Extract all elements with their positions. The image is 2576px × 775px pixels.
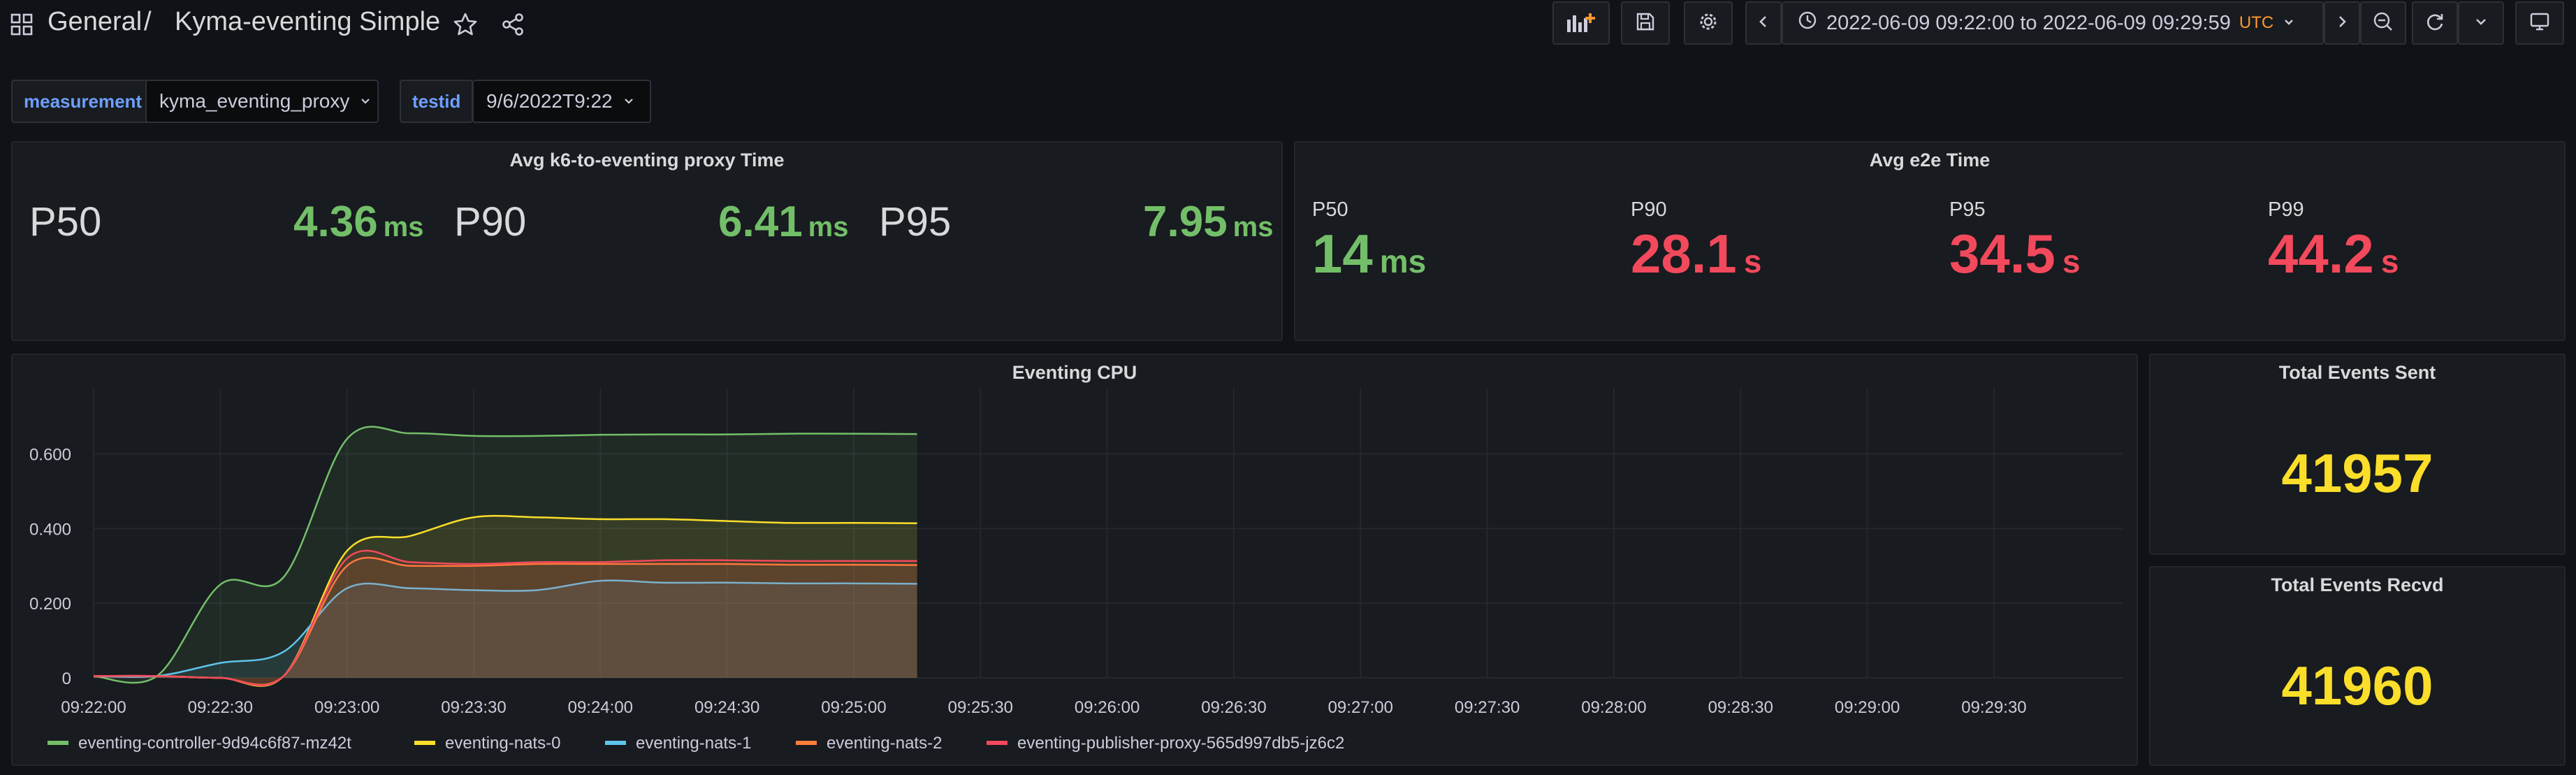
tv-mode-button[interactable] (2515, 1, 2564, 45)
refresh-interval-dropdown[interactable] (2458, 1, 2504, 45)
cpu-chart[interactable]: 0 0.200 0.400 0.600 09:22:00 09:22:30 09:23:00… (13, 355, 2137, 765)
legend-item: eventing-nats-0 (445, 734, 560, 753)
y-tick-label: 0.600 (29, 445, 71, 464)
variable-select-measurement[interactable]: kyma_eventing_proxy (145, 80, 379, 123)
stat-value-p95: 34.5 s (1949, 223, 2081, 284)
stat-name-p50: P50 (1312, 198, 1348, 221)
y-tick-label: 0 (62, 669, 71, 688)
stat-value-p50: 4.36 ms (293, 198, 424, 246)
stat-value-p90: 6.41 ms (718, 198, 849, 246)
apps-grid-icon[interactable] (10, 13, 34, 36)
x-tick-label: 09:27:00 (1328, 698, 1393, 717)
legend-item: eventing-controller-9d94c6f87-mz42t (78, 734, 351, 753)
chevron-down-icon (623, 90, 635, 113)
stat-value-p95: 7.95 ms (1143, 198, 1274, 246)
variable-value: kyma_eventing_proxy (159, 90, 350, 112)
clock-icon (1797, 10, 1818, 36)
panel-total-events-recvd: Total Events Recvd 41960 (2149, 566, 2566, 766)
time-shift-back-button[interactable] (1745, 1, 1782, 45)
x-tick-label: 09:22:30 (188, 698, 253, 717)
stat-name-p50: P50 (29, 199, 102, 245)
x-tick-label: 09:23:30 (441, 698, 506, 717)
panel-eventing-cpu: Eventing CPU 0 0.200 0.400 0.600 09:22:00 09:… (11, 354, 2138, 766)
monitor-icon (2528, 10, 2551, 36)
save-icon (1635, 11, 1656, 36)
panel-title[interactable]: Avg e2e Time (1295, 150, 2564, 171)
variable-value: 9/6/2022T9:22 (486, 90, 613, 112)
add-panel-button[interactable] (1552, 1, 1610, 45)
chevron-down-icon (359, 90, 372, 113)
x-tick-label: 09:27:30 (1455, 698, 1520, 717)
timezone-label: UTC (2239, 13, 2274, 32)
gear-icon (1697, 10, 1719, 36)
stat-value-p50: 14 ms (1312, 223, 1427, 284)
save-dashboard-button[interactable] (1621, 1, 1670, 45)
variable-select-testid[interactable]: 9/6/2022T9:22 (472, 80, 651, 123)
stat-name-p90: P90 (1631, 198, 1667, 221)
panel-title[interactable]: Total Events Recvd (2151, 574, 2564, 596)
chevron-right-icon (2335, 13, 2349, 34)
time-range-text: 2022-06-09 09:22:00 to 2022-06-09 09:29:… (1826, 11, 2231, 34)
share-icon[interactable] (500, 12, 525, 37)
stat-name-p95: P95 (879, 199, 952, 245)
variable-label-measurement: measurement (11, 80, 155, 123)
x-tick-label: 09:25:30 (948, 698, 1013, 717)
star-icon[interactable] (453, 12, 478, 37)
y-tick-label: 0.200 (29, 595, 71, 614)
zoom-out-icon (2372, 10, 2394, 36)
time-shift-forward-button[interactable] (2324, 1, 2360, 45)
top-navbar: General / Kyma-eventing Simple 2022-06-0… (0, 0, 2576, 49)
chevron-down-icon (2473, 14, 2489, 33)
page-title[interactable]: Kyma-eventing Simple (175, 7, 440, 37)
breadcrumb-separator: / (144, 7, 152, 36)
stat-name-p95: P95 (1949, 198, 1986, 221)
legend-item: eventing-nats-1 (636, 734, 751, 753)
panel-title[interactable]: Avg k6-to-eventing proxy Time (13, 150, 1281, 171)
variable-label-testid: testid (400, 80, 474, 123)
x-tick-label: 09:25:00 (821, 698, 886, 717)
x-tick-label: 09:22:00 (61, 698, 126, 717)
stat-value-events-recvd: 41960 (2281, 655, 2433, 716)
dashboard-settings-button[interactable] (1684, 1, 1733, 45)
add-panel-icon (1566, 10, 1596, 37)
stat-value-p90: 28.1 s (1631, 223, 1762, 284)
chevron-down-icon (2282, 12, 2296, 35)
x-tick-label: 09:26:00 (1075, 698, 1140, 717)
chevron-left-icon (1756, 13, 1770, 34)
panel-title[interactable]: Total Events Sent (2151, 362, 2564, 384)
refresh-icon (2424, 10, 2446, 36)
legend-item: eventing-nats-2 (827, 734, 942, 753)
breadcrumb-folder[interactable]: General (48, 7, 142, 37)
stat-name-p99: P99 (2268, 198, 2304, 221)
panel-total-events-sent: Total Events Sent 41957 (2149, 354, 2566, 555)
x-tick-label: 09:29:00 (1835, 698, 1900, 717)
x-tick-label: 09:24:30 (694, 698, 759, 717)
zoom-out-button[interactable] (2360, 1, 2406, 45)
x-tick-label: 09:23:00 (314, 698, 379, 717)
stat-name-p90: P90 (454, 199, 527, 245)
x-tick-label: 09:28:00 (1581, 698, 1646, 717)
x-tick-label: 09:24:00 (568, 698, 633, 717)
x-tick-label: 09:29:30 (1961, 698, 2026, 717)
y-tick-label: 0.400 (29, 520, 71, 539)
stat-value-events-sent: 41957 (2281, 442, 2433, 504)
time-range-picker[interactable]: 2022-06-09 09:22:00 to 2022-06-09 09:29:… (1782, 1, 2324, 45)
refresh-button[interactable] (2412, 1, 2458, 45)
x-tick-label: 09:28:30 (1708, 698, 1773, 717)
panel-proxy-time: Avg k6-to-eventing proxy Time P50 4.36 ms… (11, 141, 1283, 341)
stat-value-p99: 44.2 s (2268, 223, 2399, 284)
x-tick-label: 09:26:30 (1201, 698, 1266, 717)
legend-item: eventing-publisher-proxy-565d997db5-jz6c… (1017, 734, 1344, 753)
panel-e2e-time: Avg e2e Time P50 14 ms P90 28.1 s P95 34.5… (1294, 141, 2566, 341)
